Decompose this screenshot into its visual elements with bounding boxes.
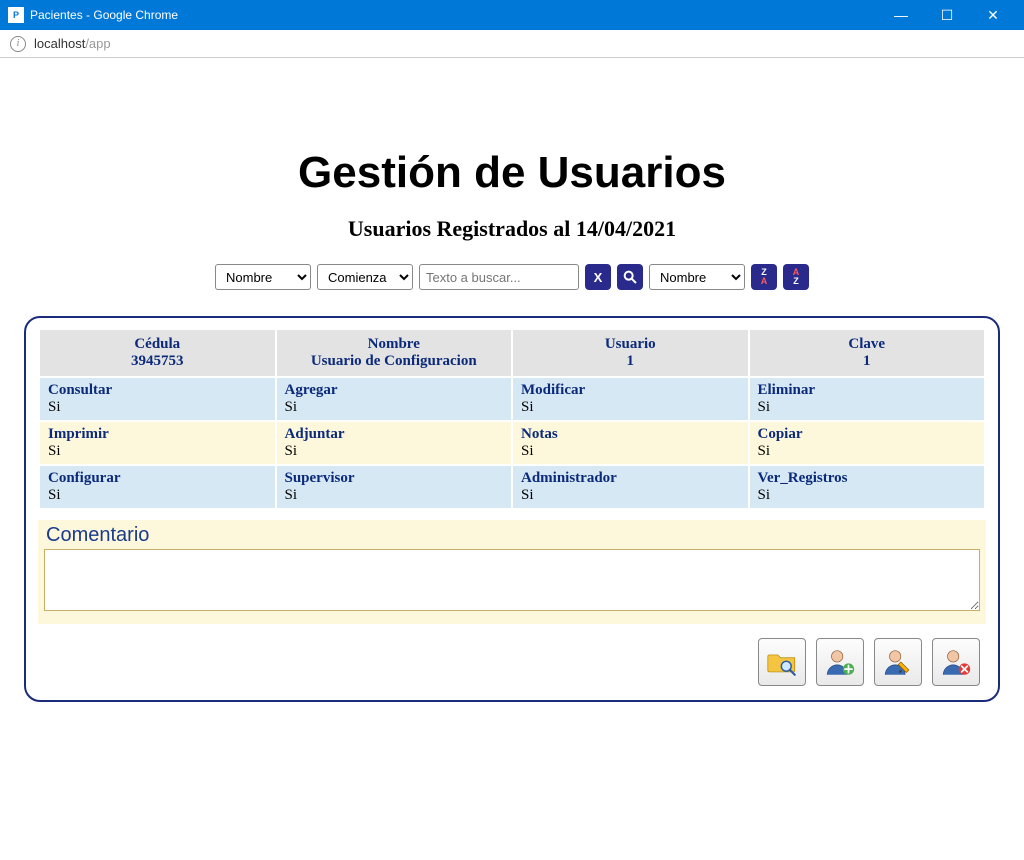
delete-user-button[interactable]	[932, 638, 980, 686]
user-add-icon	[823, 645, 857, 679]
search-button[interactable]	[617, 264, 643, 290]
comentario-textarea[interactable]	[44, 549, 980, 611]
permission-value: Si	[521, 443, 740, 460]
search-input[interactable]	[419, 264, 579, 290]
permission-cell: ConfigurarSi	[40, 466, 275, 508]
url-path: /app	[85, 36, 110, 51]
permission-value: Si	[285, 487, 504, 504]
user-panel: Cédula 3945753 Nombre Usuario de Configu…	[24, 316, 1000, 702]
permission-cell: NotasSi	[513, 422, 748, 464]
permission-value: Si	[758, 399, 977, 416]
window-close-button[interactable]: ✕	[970, 0, 1016, 30]
comentario-label: Comentario	[44, 524, 980, 547]
site-info-icon[interactable]: i	[10, 36, 26, 52]
search-icon	[622, 269, 638, 285]
header-clave-label: Clave	[758, 336, 977, 353]
permission-label: Copiar	[758, 426, 977, 443]
permission-cell: EliminarSi	[750, 378, 985, 420]
permission-cell: ImprimirSi	[40, 422, 275, 464]
window-title: Pacientes - Google Chrome	[30, 8, 178, 22]
user-header-row: Cédula 3945753 Nombre Usuario de Configu…	[40, 330, 984, 376]
sort-asc-button[interactable]: AZ	[783, 264, 809, 290]
sort-desc-button[interactable]: ZA	[751, 264, 777, 290]
permission-label: Imprimir	[48, 426, 267, 443]
permission-label: Adjuntar	[285, 426, 504, 443]
permission-cell: AdministradorSi	[513, 466, 748, 508]
user-edit-icon	[881, 645, 915, 679]
permission-cell: SupervisorSi	[277, 466, 512, 508]
folder-search-icon	[765, 645, 799, 679]
permission-cell: Ver_RegistrosSi	[750, 466, 985, 508]
permission-cell: AgregarSi	[277, 378, 512, 420]
permission-label: Ver_Registros	[758, 470, 977, 487]
permission-value: Si	[48, 443, 267, 460]
permission-value: Si	[48, 399, 267, 416]
action-button-row	[38, 638, 986, 686]
permission-value: Si	[285, 399, 504, 416]
user-info-table: Cédula 3945753 Nombre Usuario de Configu…	[38, 328, 986, 510]
permission-value: Si	[521, 399, 740, 416]
permission-row: ConsultarSiAgregarSiModificarSiEliminarS…	[40, 378, 984, 420]
header-nombre-value: Usuario de Configuracion	[285, 353, 504, 370]
permission-cell: ConsultarSi	[40, 378, 275, 420]
user-delete-icon	[939, 645, 973, 679]
header-usuario-label: Usuario	[521, 336, 740, 353]
permission-cell: CopiarSi	[750, 422, 985, 464]
add-user-button[interactable]	[816, 638, 864, 686]
permission-label: Notas	[521, 426, 740, 443]
permission-value: Si	[758, 443, 977, 460]
sort-field-select[interactable]: Nombre	[649, 264, 745, 290]
permission-row: ConfigurarSiSupervisorSiAdministradorSiV…	[40, 466, 984, 508]
permission-row: ImprimirSiAdjuntarSiNotasSiCopiarSi	[40, 422, 984, 464]
permission-label: Modificar	[521, 382, 740, 399]
address-bar[interactable]: i localhost/app	[0, 30, 1024, 58]
page-subtitle: Usuarios Registrados al 14/04/2021	[18, 216, 1006, 242]
permission-cell: AdjuntarSi	[277, 422, 512, 464]
comentario-section: Comentario	[38, 520, 986, 624]
permission-label: Configurar	[48, 470, 267, 487]
permission-label: Agregar	[285, 382, 504, 399]
window-minimize-button[interactable]: —	[878, 0, 924, 30]
permission-value: Si	[48, 487, 267, 504]
header-cedula-label: Cédula	[48, 336, 267, 353]
header-nombre-label: Nombre	[285, 336, 504, 353]
filter-match-select[interactable]: Comienza	[317, 264, 413, 290]
permission-value: Si	[758, 487, 977, 504]
window-maximize-button[interactable]: ☐	[924, 0, 970, 30]
window-titlebar: P Pacientes - Google Chrome — ☐ ✕	[0, 0, 1024, 30]
header-clave-value: 1	[758, 353, 977, 370]
filter-bar: Nombre Comienza X Nombre ZA AZ	[18, 264, 1006, 290]
permission-label: Consultar	[48, 382, 267, 399]
url-host: localhost	[34, 36, 85, 51]
permission-label: Supervisor	[285, 470, 504, 487]
filter-field-select[interactable]: Nombre	[215, 264, 311, 290]
permission-label: Administrador	[521, 470, 740, 487]
permission-value: Si	[521, 487, 740, 504]
header-usuario-value: 1	[521, 353, 740, 370]
page-title: Gestión de Usuarios	[18, 148, 1006, 198]
clear-search-button[interactable]: X	[585, 264, 611, 290]
view-user-button[interactable]	[758, 638, 806, 686]
permission-value: Si	[285, 443, 504, 460]
edit-user-button[interactable]	[874, 638, 922, 686]
permission-label: Eliminar	[758, 382, 977, 399]
app-icon: P	[8, 7, 24, 23]
header-cedula-value: 3945753	[48, 353, 267, 370]
permission-cell: ModificarSi	[513, 378, 748, 420]
